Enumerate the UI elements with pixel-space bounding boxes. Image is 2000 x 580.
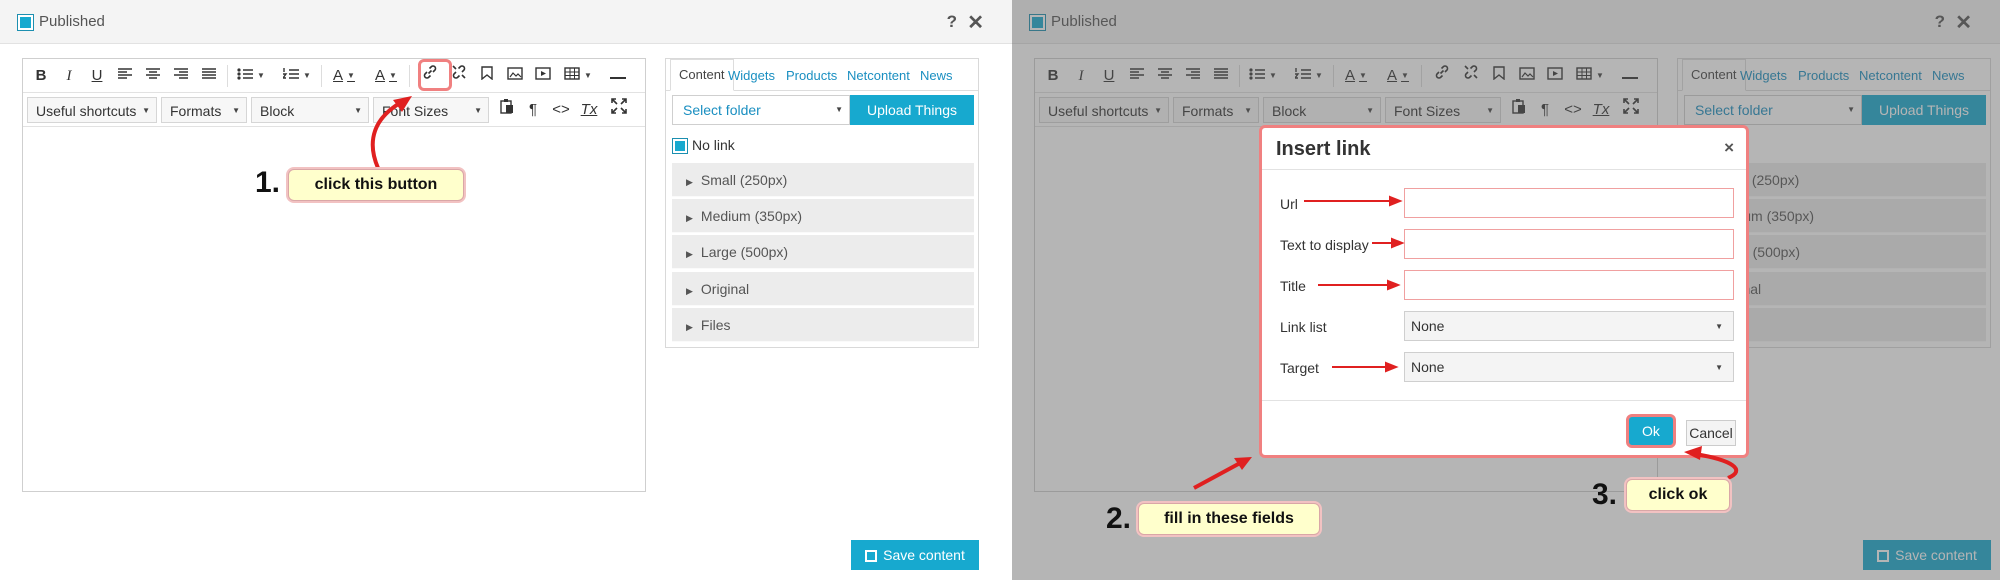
step1-arrow bbox=[370, 96, 412, 169]
step3-number: 3. bbox=[1592, 478, 1618, 511]
step1-callout: click this button bbox=[288, 169, 464, 201]
step2-callout: fill in these fields bbox=[1138, 503, 1320, 535]
editor-window-after: Published ? ✕ B I U ▼ ▼ A ▼ A ▼ ▼ Useful… bbox=[1012, 0, 2000, 580]
editor-window-before: Published ? ✕ B I U ▼ ▼ A ▼ A ▼ ▼ Useful… bbox=[0, 0, 1012, 580]
step3-callout: click ok bbox=[1626, 479, 1730, 511]
step1-number: 1. bbox=[255, 166, 281, 199]
step2-number: 2. bbox=[1106, 502, 1132, 535]
step-arrows bbox=[1193, 195, 1739, 490]
